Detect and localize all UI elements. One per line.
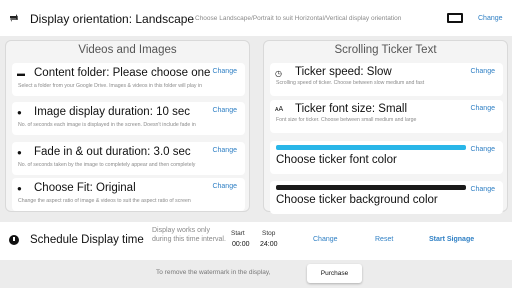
fade-duration-row[interactable]: ● Fade in & out duration: 3.0 sec No. of…: [12, 142, 245, 175]
ticker-font-size-change-button[interactable]: Change: [470, 105, 495, 112]
watermark-note: To remove the watermark in the display,: [156, 269, 271, 276]
font-size-icon: ᴀA: [275, 106, 284, 113]
ticker-font-size-desc: Font size for ticker. Choose between sma…: [276, 117, 417, 123]
start-signage-button[interactable]: Start Signage: [429, 236, 474, 243]
scrolling-ticker-panel: Scrolling Ticker Text ◷ Ticker speed: Sl…: [263, 40, 508, 214]
image-duration-change-button[interactable]: Change: [212, 107, 237, 114]
folder-icon: ▬: [17, 69, 25, 78]
font-color-swatch: [276, 145, 466, 150]
ticker-font-size-row[interactable]: ᴀA Ticker font size: Small Font size for…: [270, 100, 503, 133]
content-folder-change-button[interactable]: Change: [212, 68, 237, 75]
image-duration-desc: No. of seconds each image is displayed i…: [18, 122, 196, 128]
ticker-font-color-label: Choose ticker font color: [276, 154, 397, 166]
ticker-font-color-row[interactable]: Choose ticker font color Change: [270, 141, 503, 174]
ticker-speed-desc: Scrolling speed of ticker. Choose betwee…: [276, 80, 425, 86]
bg-color-swatch: [276, 185, 466, 190]
speed-icon: ◷: [275, 69, 282, 78]
videos-images-panel: Videos and Images ▬ Content folder: Plea…: [5, 40, 250, 212]
ticker-font-size-label: Ticker font size: Small: [295, 103, 408, 115]
ticker-speed-row[interactable]: ◷ Ticker speed: Slow Scrolling speed of …: [270, 63, 503, 96]
ticker-font-color-change-button[interactable]: Change: [470, 146, 495, 153]
ticker-bg-color-row[interactable]: Choose ticker background color Change: [270, 181, 503, 214]
ticker-panel-title: Scrolling Ticker Text: [334, 44, 437, 56]
stop-value: 24:00: [260, 241, 278, 248]
schedule-label: Schedule Display time: [30, 234, 144, 246]
schedule-reset-button[interactable]: Reset: [375, 236, 393, 243]
start-header: Start: [231, 230, 245, 237]
screen-icon: [447, 13, 463, 23]
ticker-speed-change-button[interactable]: Change: [470, 68, 495, 75]
ticker-bg-color-change-button[interactable]: Change: [470, 186, 495, 193]
orientation-hint: Choose Landscape/Portrait to suit Horizo…: [195, 15, 402, 22]
start-value: 00:00: [232, 241, 250, 248]
choose-fit-label: Choose Fit: Original: [34, 182, 136, 194]
ticker-bg-color-label: Choose ticker background color: [276, 194, 438, 206]
image-duration-row[interactable]: ● Image display duration: 10 sec No. of …: [12, 102, 245, 135]
orientation-change-button[interactable]: Change: [478, 15, 503, 22]
purchase-button[interactable]: Purchase: [307, 264, 362, 283]
content-folder-row[interactable]: ▬ Content folder: Please choose one Sele…: [12, 63, 245, 96]
choose-fit-change-button[interactable]: Change: [212, 183, 237, 190]
clock-icon: [9, 235, 19, 245]
image-duration-label: Image display duration: 10 sec: [34, 106, 190, 118]
schedule-change-button[interactable]: Change: [313, 236, 338, 243]
clock-icon: ●: [17, 148, 22, 157]
choose-fit-row[interactable]: ● Choose Fit: Original Change the aspect…: [12, 178, 245, 211]
fade-duration-desc: No. of seconds taken by the image to com…: [18, 162, 196, 168]
clock-icon: ●: [17, 108, 22, 117]
schedule-note: Display works only during this time inte…: [152, 227, 226, 243]
orientation-title: Display orientation: Landscape: [30, 12, 195, 26]
content-folder-desc: Select a folder from your Google Drive. …: [18, 83, 202, 89]
fade-duration-label: Fade in & out duration: 3.0 sec: [34, 146, 191, 158]
clock-icon: ●: [17, 184, 22, 193]
videos-panel-title: Videos and Images: [78, 44, 177, 56]
rotate-icon: [10, 14, 18, 22]
fade-duration-change-button[interactable]: Change: [212, 147, 237, 154]
content-folder-label: Content folder: Please choose one: [34, 67, 211, 79]
choose-fit-desc: Change the aspect ratio of image & video…: [18, 198, 191, 204]
stop-header: Stop: [262, 230, 276, 237]
ticker-speed-label: Ticker speed: Slow: [295, 66, 392, 78]
orientation-bar: Display orientation: Landscape Choose La…: [0, 0, 512, 36]
schedule-bar: Schedule Display time Display works only…: [0, 222, 512, 260]
